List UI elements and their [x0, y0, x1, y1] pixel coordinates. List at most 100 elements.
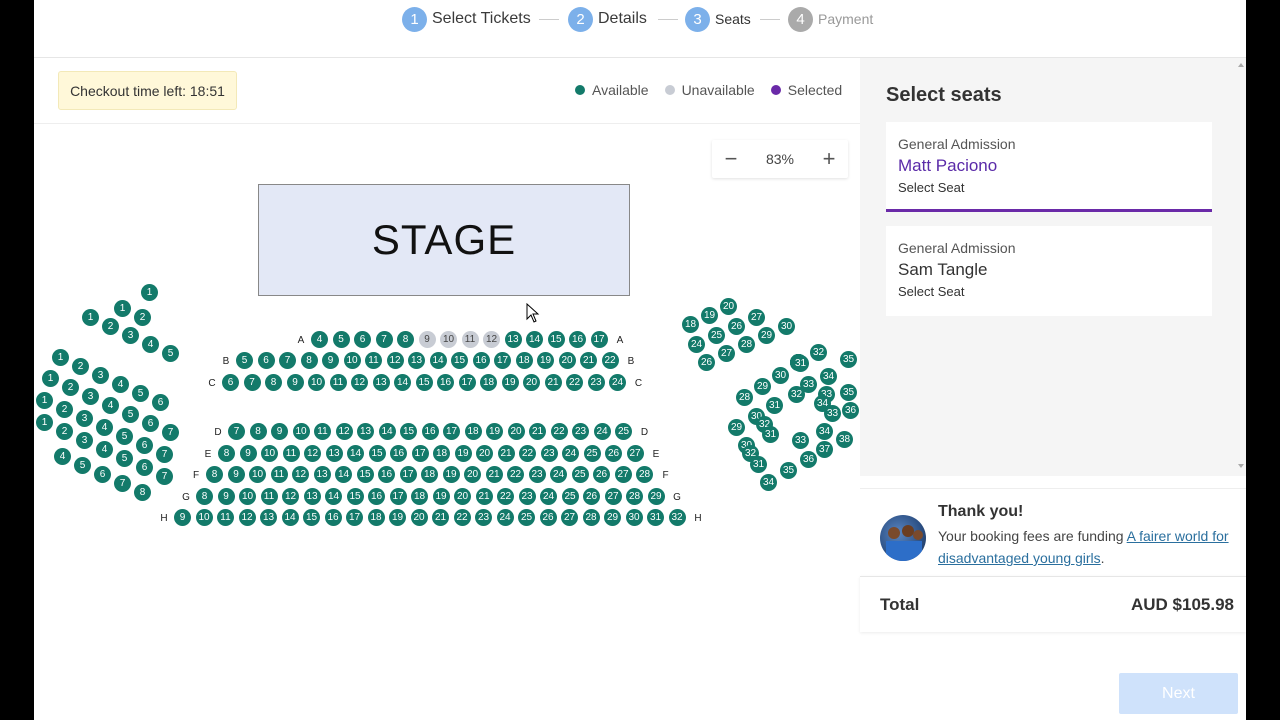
seat[interactable]: 16 — [378, 466, 395, 483]
seat[interactable]: 28 — [626, 488, 643, 505]
seat[interactable]: 9 — [174, 509, 191, 526]
seat[interactable]: 28 — [636, 466, 653, 483]
seat[interactable]: 16 — [368, 488, 385, 505]
seat[interactable]: 1 — [141, 284, 158, 301]
seat[interactable]: 30 — [778, 318, 795, 335]
seat[interactable]: 17 — [590, 331, 608, 348]
seat[interactable]: 36 — [800, 451, 817, 468]
seat[interactable]: 1 — [42, 370, 59, 387]
seat[interactable]: 32 — [668, 509, 686, 526]
seat[interactable]: 27 — [614, 466, 632, 483]
seat[interactable]: 21 — [497, 445, 515, 462]
seat[interactable]: 20 — [454, 488, 471, 505]
seat[interactable]: 20 — [410, 509, 428, 526]
seat[interactable]: 26 — [583, 488, 600, 505]
seat[interactable]: 14 — [378, 423, 396, 440]
seat[interactable]: 13 — [325, 445, 343, 462]
seat[interactable]: 7 — [162, 424, 179, 441]
seat[interactable]: 6 — [136, 459, 153, 476]
seat[interactable]: 23 — [475, 509, 492, 526]
seat[interactable]: 4 — [311, 331, 328, 348]
seat[interactable]: 14 — [347, 445, 364, 462]
seat[interactable]: 21 — [544, 374, 562, 391]
seat[interactable]: 27 — [561, 509, 578, 526]
seat[interactable]: 4 — [102, 397, 119, 414]
seat[interactable]: 31 — [762, 426, 779, 443]
seat[interactable]: 1 — [36, 414, 53, 431]
seat[interactable]: 24 — [688, 336, 705, 353]
seat[interactable]: 4 — [112, 376, 129, 393]
seat[interactable]: 9 — [286, 374, 304, 391]
seat[interactable]: 23 — [587, 374, 605, 391]
seat[interactable]: 6 — [257, 352, 275, 369]
seat[interactable]: 9 — [271, 423, 288, 440]
seat[interactable]: 22 — [497, 488, 514, 505]
seat[interactable]: 34 — [760, 474, 777, 491]
seat[interactable]: 10 — [261, 445, 278, 462]
zoom-out-button[interactable]: − — [712, 140, 750, 178]
seat[interactable]: 26 — [593, 466, 610, 483]
seat[interactable]: 31 — [647, 509, 664, 526]
seat[interactable]: 21 — [432, 509, 449, 526]
seat[interactable]: 6 — [94, 466, 111, 483]
seat[interactable]: 35 — [780, 462, 797, 479]
seat[interactable]: 12 — [304, 445, 321, 462]
seat[interactable]: 38 — [836, 431, 853, 448]
seat[interactable]: 13 — [408, 352, 425, 369]
seat[interactable]: 11 — [329, 374, 347, 391]
seat[interactable]: 12 — [335, 423, 353, 440]
seat[interactable]: 3 — [82, 388, 99, 405]
seat[interactable]: 27 — [718, 345, 735, 362]
step-select-tickets[interactable]: 1 Select Tickets — [402, 6, 531, 32]
seat[interactable]: 12 — [282, 488, 299, 505]
seat[interactable]: 4 — [96, 419, 113, 436]
seat[interactable]: 20 — [464, 466, 481, 483]
seat[interactable]: 26 — [698, 354, 715, 371]
seat[interactable]: 8 — [218, 445, 235, 462]
seat[interactable]: 31 — [766, 397, 783, 414]
seat[interactable]: 15 — [303, 509, 320, 526]
seat[interactable]: 2 — [102, 318, 119, 335]
seat[interactable]: 8 — [196, 488, 213, 505]
seat[interactable]: 18 — [480, 374, 497, 391]
seat[interactable]: 9 — [322, 352, 339, 369]
panel-scrollbar[interactable] — [1236, 58, 1246, 476]
step-details[interactable]: 2 Details — [568, 6, 647, 32]
seat[interactable]: 19 — [432, 488, 450, 505]
seat[interactable]: 21 — [529, 423, 546, 440]
seat[interactable]: 7 — [114, 475, 131, 492]
seat[interactable]: 27 — [748, 309, 765, 326]
seat[interactable]: 3 — [76, 410, 93, 427]
seat[interactable]: 5 — [74, 457, 91, 474]
seat[interactable]: 27 — [604, 488, 622, 505]
seat[interactable]: 1 — [36, 392, 53, 409]
seat[interactable]: 12 — [292, 466, 309, 483]
seat[interactable]: 29 — [604, 509, 621, 526]
seat[interactable]: 21 — [475, 488, 493, 505]
seat[interactable]: 14 — [429, 352, 447, 369]
seat[interactable]: 13 — [260, 509, 277, 526]
seat[interactable]: 4 — [142, 336, 159, 353]
seat[interactable]: 18 — [682, 316, 699, 333]
seat[interactable]: 15 — [356, 466, 374, 483]
seat[interactable]: 11 — [217, 509, 234, 526]
seat[interactable]: 11 — [314, 423, 331, 440]
seat[interactable]: 20 — [720, 298, 737, 315]
seat[interactable]: 2 — [134, 309, 151, 326]
seat[interactable]: 32 — [810, 344, 827, 361]
seat[interactable]: 11 — [365, 352, 382, 369]
seat[interactable]: 18 — [464, 423, 482, 440]
seat[interactable]: 18 — [367, 509, 385, 526]
seat[interactable]: 24 — [496, 509, 514, 526]
seat[interactable]: 5 — [132, 385, 149, 402]
seat[interactable]: 5 — [122, 406, 139, 423]
attendee-card[interactable]: General Admission Sam Tangle Select Seat — [886, 226, 1212, 316]
seat[interactable]: 4 — [54, 448, 71, 465]
seat[interactable]: 13 — [357, 423, 374, 440]
seat[interactable]: 13 — [303, 488, 321, 505]
seat[interactable]: 6 — [152, 394, 169, 411]
seat[interactable]: 2 — [56, 423, 73, 440]
seat[interactable]: 26 — [539, 509, 557, 526]
seat[interactable]: 19 — [389, 509, 406, 526]
seat[interactable]: 21 — [580, 352, 597, 369]
